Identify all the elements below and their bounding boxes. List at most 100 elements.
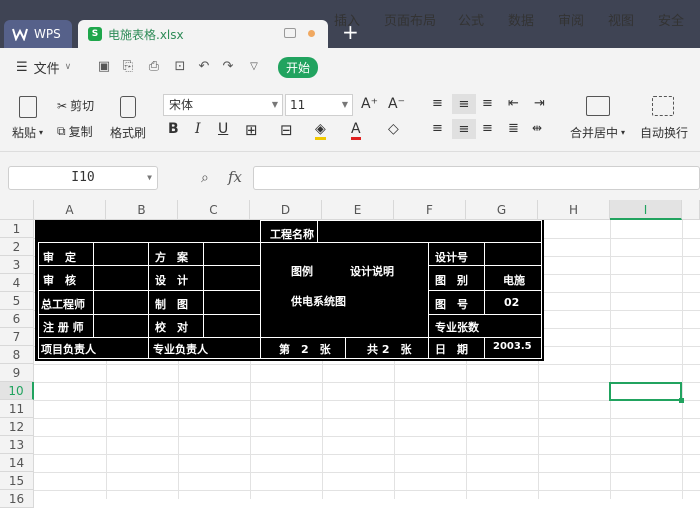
chevron-down-icon: ▼ <box>271 100 278 109</box>
row-header[interactable]: 3 <box>0 256 34 274</box>
italic-icon[interactable]: I <box>195 121 201 137</box>
save-icon[interactable]: ▣ <box>96 59 112 75</box>
row-header[interactable]: 7 <box>0 328 34 346</box>
undo-icon[interactable]: ↶ <box>196 59 212 75</box>
row-header[interactable]: 6 <box>0 310 34 328</box>
wrap-text-icon[interactable] <box>652 96 674 116</box>
redo-icon[interactable]: ↷ <box>220 59 236 75</box>
sheet-number-label: 第 2 张 <box>279 343 331 356</box>
decrease-indent-icon[interactable]: ⇤ <box>508 96 519 111</box>
title-block-line <box>484 242 485 314</box>
row-header[interactable]: 15 <box>0 472 34 490</box>
justify-icon[interactable]: ≣ <box>508 121 519 136</box>
tab-insert[interactable]: 插入 <box>334 0 360 38</box>
column-header[interactable]: B <box>106 200 178 220</box>
name-box[interactable]: I10 ▼ <box>8 166 158 190</box>
title-block-drawing[interactable]: 工程名称 审 定 审 核 总工程师 注 册 师 项目负责人 方 案 设 计 制 … <box>35 220 544 361</box>
review-label: 审 核 <box>43 274 76 287</box>
tab-formula[interactable]: 公式 <box>458 0 484 38</box>
decrease-font-icon[interactable]: A⁻ <box>388 96 405 112</box>
align-left-icon[interactable]: ≡ <box>432 121 443 136</box>
row-header[interactable]: 1 <box>0 220 34 238</box>
align-middle-icon[interactable]: ≡ <box>452 94 476 114</box>
copy-label: 复制 <box>68 125 93 139</box>
font-color-icon[interactable]: A <box>351 121 361 140</box>
increase-indent-icon[interactable]: ⇥ <box>534 96 545 111</box>
corner-select-all[interactable] <box>0 200 34 220</box>
column-header[interactable]: C <box>178 200 250 220</box>
formula-input[interactable] <box>253 166 700 190</box>
gridline <box>34 382 700 383</box>
eraser-icon[interactable]: ◇ <box>388 121 399 137</box>
title-block-line <box>317 220 318 243</box>
row-header[interactable]: 11 <box>0 400 34 418</box>
tab-review[interactable]: 审阅 <box>558 0 584 38</box>
format-painter-icon[interactable] <box>120 96 136 118</box>
gridline <box>34 436 700 437</box>
export-icon[interactable]: ⎘ <box>120 59 136 75</box>
print-icon[interactable]: ⎙ <box>146 59 162 75</box>
wps-logo-icon <box>12 28 28 41</box>
title-block-line <box>38 337 541 338</box>
row-header[interactable]: 9 <box>0 364 34 382</box>
column-header[interactable]: A <box>34 200 106 220</box>
selected-cell-i10[interactable] <box>609 382 682 401</box>
cell-style-icon[interactable]: ⊟ <box>280 121 293 139</box>
paste-button[interactable]: 粘贴 ▾ <box>12 124 43 141</box>
tab-page-layout[interactable]: 页面布局 <box>384 0 436 38</box>
cut-button[interactable]: ✂ 剪切 <box>57 97 94 114</box>
row-header[interactable]: 5 <box>0 292 34 310</box>
fill-color-icon[interactable]: ◈ <box>315 121 326 140</box>
column-header[interactable]: D <box>250 200 322 220</box>
row-header[interactable]: 12 <box>0 418 34 436</box>
tab-home[interactable]: 开始 <box>278 57 318 78</box>
copy-button[interactable]: ⧉ 复制 <box>57 123 93 140</box>
row-header-selected[interactable]: 10 <box>0 382 34 400</box>
scissors-icon: ✂ <box>57 98 68 113</box>
row-header[interactable]: 16 <box>0 490 34 508</box>
column-header[interactable]: F <box>394 200 466 220</box>
more-chevron-icon[interactable]: ▽ <box>246 59 262 75</box>
column-header[interactable]: G <box>466 200 538 220</box>
row-header[interactable]: 2 <box>0 238 34 256</box>
border-icon[interactable]: ⊞ <box>245 121 258 139</box>
monitor-icon[interactable] <box>284 28 296 38</box>
print-preview-icon[interactable]: ⊡ <box>172 59 188 75</box>
wrap-text-button[interactable]: 自动换行 <box>640 124 688 141</box>
bold-icon[interactable]: B <box>168 121 179 137</box>
title-block-line <box>38 290 260 291</box>
underline-icon[interactable]: U <box>218 121 228 137</box>
align-center-icon[interactable]: ≡ <box>452 119 476 139</box>
tab-view[interactable]: 视图 <box>608 0 634 38</box>
fill-handle[interactable] <box>679 398 684 403</box>
row-header[interactable]: 13 <box>0 436 34 454</box>
column-header-selected[interactable]: I <box>610 200 682 220</box>
tab-security[interactable]: 安全 <box>658 0 684 38</box>
font-name-select[interactable]: 宋体 ▼ <box>163 94 283 116</box>
align-right-icon[interactable]: ≡ <box>482 121 493 136</box>
title-block-line <box>428 314 541 315</box>
drawing-type-value: 电施 <box>503 274 525 287</box>
font-size-select[interactable]: 11 ▼ <box>285 94 353 116</box>
merge-center-button[interactable]: 合并居中 ▾ <box>570 124 625 141</box>
file-tab-label: 电施表格.xlsx <box>108 27 184 42</box>
merge-center-icon[interactable] <box>586 96 610 116</box>
column-header[interactable]: H <box>538 200 610 220</box>
row-header[interactable]: 4 <box>0 274 34 292</box>
file-menu[interactable]: ☰ 文件 ∨ <box>16 48 71 86</box>
file-menu-label: 文件 <box>33 61 60 77</box>
paste-icon[interactable] <box>19 96 37 118</box>
format-painter-button[interactable]: 格式刷 <box>110 124 146 141</box>
align-bottom-icon[interactable]: ≡ <box>482 96 493 111</box>
zoom-search-icon[interactable]: ⌕ <box>201 170 209 186</box>
distributed-icon[interactable]: ⇹ <box>532 121 542 135</box>
fx-icon[interactable]: fx <box>228 168 242 186</box>
row-header[interactable]: 8 <box>0 346 34 364</box>
column-header[interactable]: E <box>322 200 394 220</box>
align-top-icon[interactable]: ≡ <box>432 96 443 111</box>
wps-home-tab[interactable]: WPS <box>4 20 72 48</box>
tab-data[interactable]: 数据 <box>508 0 534 38</box>
increase-font-icon[interactable]: A⁺ <box>361 96 378 112</box>
gridline <box>610 220 611 499</box>
row-header[interactable]: 14 <box>0 454 34 472</box>
